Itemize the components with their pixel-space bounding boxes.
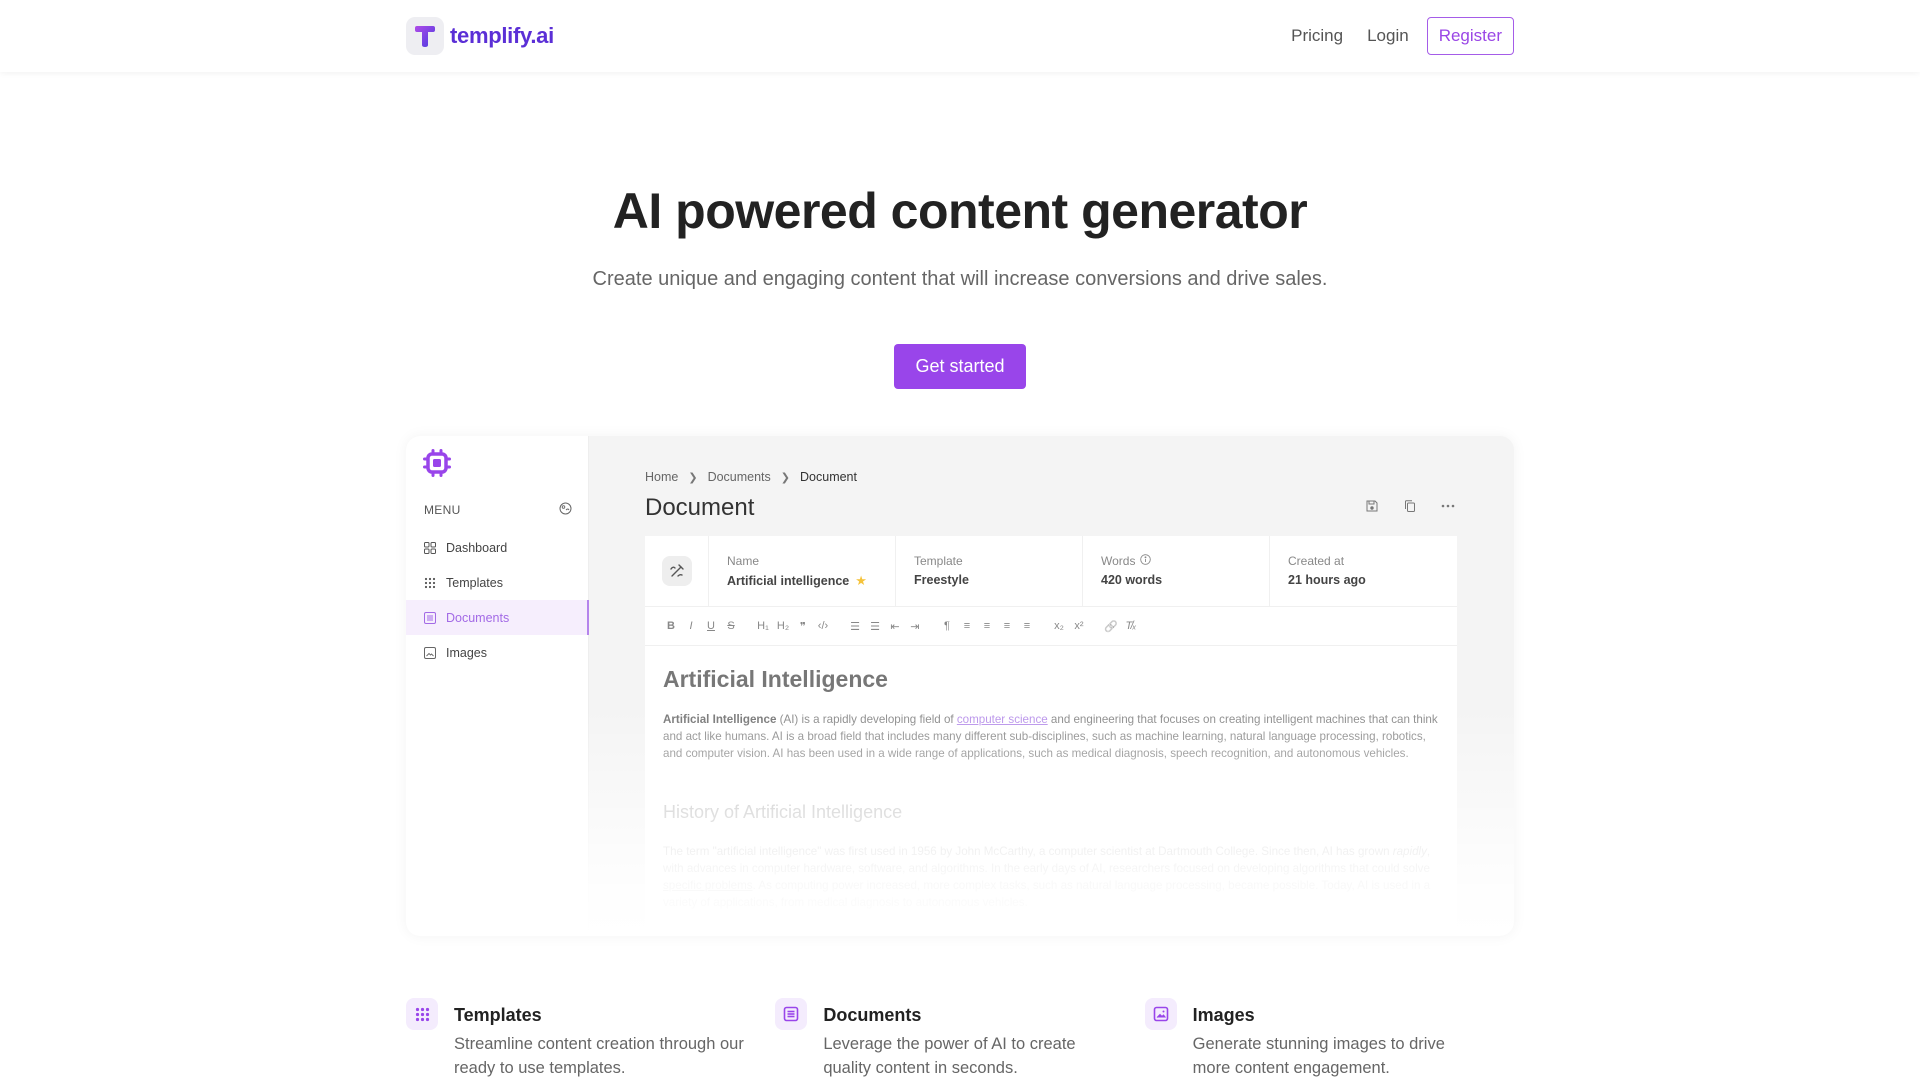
- document-icon: [775, 998, 808, 1030]
- dots-grid-icon: [423, 576, 436, 589]
- feature-title: Documents: [823, 1005, 922, 1025]
- templify-logo-icon: [406, 17, 444, 55]
- ordered-list-button[interactable]: ☰: [845, 620, 865, 633]
- save-icon[interactable]: [1364, 498, 1380, 514]
- meta-created: Created at 21 hours ago: [1270, 536, 1457, 606]
- sidebar-item-label: Documents: [446, 610, 510, 625]
- paragraph-direction-button[interactable]: ¶: [937, 620, 957, 632]
- features-section: Templates Streamline content creation th…: [406, 998, 1514, 1080]
- chip-logo-icon: [422, 448, 452, 483]
- copy-icon[interactable]: [1402, 498, 1418, 514]
- sidebar-item-templates[interactable]: Templates: [406, 565, 589, 600]
- feature-description: Streamline content creation through our …: [454, 1035, 744, 1077]
- preview-sidebar: MENU Dashboard Templates Documents Image…: [406, 436, 589, 936]
- bold-button[interactable]: B: [661, 620, 681, 632]
- star-icon[interactable]: ★: [855, 573, 867, 589]
- login-link[interactable]: Login: [1355, 17, 1421, 55]
- code-button[interactable]: ‹/›: [813, 620, 833, 632]
- get-started-button[interactable]: Get started: [894, 344, 1026, 389]
- feature-images: Images Generate stunning images to drive…: [1144, 998, 1514, 1080]
- blockquote-button[interactable]: ❞: [793, 620, 813, 633]
- more-icon[interactable]: [1440, 498, 1456, 514]
- ai-writing-icon: [661, 556, 692, 586]
- superscript-button[interactable]: x²: [1069, 620, 1089, 632]
- image-icon: [423, 646, 436, 659]
- page-title: Document: [645, 494, 755, 521]
- clear-format-button[interactable]: T̸ₓ: [1121, 620, 1141, 632]
- feature-description: Generate stunning images to drive more c…: [1192, 1035, 1445, 1077]
- word-count: 420 words: [1101, 573, 1163, 587]
- hero-title: AI powered content generator: [612, 183, 1308, 239]
- register-button[interactable]: Register: [1426, 17, 1514, 55]
- document-actions: [1364, 498, 1456, 514]
- editor-content[interactable]: Artificial Intelligence Artificial Intel…: [645, 646, 1457, 929]
- sidebar-item-images[interactable]: Images: [406, 635, 589, 670]
- brand-name: templify.ai: [450, 23, 554, 48]
- italic-button[interactable]: I: [681, 620, 701, 632]
- app-preview-mockup: MENU Dashboard Templates Documents Image…: [406, 436, 1514, 936]
- rich-text-editor: B I U S H₁ H₂ ❞ ‹/› ☰ ☰ ⇤ ⇥ ¶ ≡ ≡ ≡ ≡ x₂…: [645, 606, 1457, 936]
- sidebar-item-dashboard[interactable]: Dashboard: [406, 530, 589, 565]
- heading2-button[interactable]: H₂: [773, 620, 793, 632]
- template-value: Freestyle: [914, 573, 969, 587]
- sidebar-item-label: Templates: [446, 575, 503, 590]
- menu-heading: MENU: [424, 503, 461, 517]
- bullet-list-button[interactable]: ☰: [865, 620, 885, 633]
- link-button[interactable]: 🔗: [1101, 620, 1121, 633]
- indent-button[interactable]: ⇥: [905, 620, 925, 633]
- created-value: 21 hours ago: [1288, 573, 1366, 587]
- editor-toolbar: B I U S H₁ H₂ ❞ ‹/› ☰ ☰ ⇤ ⇥ ¶ ≡ ≡ ≡ ≡ x₂…: [645, 606, 1457, 646]
- meta-words: Words 420 words: [1083, 536, 1270, 606]
- feature-title: Templates: [454, 1005, 542, 1025]
- align-center-button[interactable]: ≡: [977, 620, 997, 632]
- meta-template: Template Freestyle: [896, 536, 1083, 606]
- align-right-button[interactable]: ≡: [997, 620, 1017, 632]
- top-navbar: templify.ai Pricing Login Register: [0, 0, 1920, 72]
- specific-problems-link[interactable]: specific problems: [663, 879, 753, 892]
- sidebar-item-label: Dashboard: [446, 540, 508, 555]
- underline-button[interactable]: U: [701, 620, 721, 632]
- feature-description: Leverage the power of AI to create quali…: [823, 1035, 1076, 1077]
- meta-name: Name Artificial intelligence ★: [709, 536, 896, 606]
- preview-main: Home ❯ Documents ❯ Document Document Nam…: [589, 436, 1514, 936]
- breadcrumb-home[interactable]: Home: [645, 470, 678, 484]
- align-left-button[interactable]: ≡: [957, 620, 977, 632]
- breadcrumb-current: Document: [800, 470, 857, 484]
- document-heading: Artificial Intelligence: [663, 666, 888, 692]
- heading1-button[interactable]: H₁: [753, 620, 773, 632]
- chevron-right-icon: ❯: [780, 471, 791, 484]
- feature-title: Images: [1192, 1005, 1255, 1025]
- outdent-button[interactable]: ⇤: [885, 620, 905, 633]
- justify-button[interactable]: ≡: [1017, 620, 1037, 632]
- document-paragraph: The term "artificial intelligence" was f…: [663, 845, 1431, 909]
- document-icon: [423, 611, 436, 624]
- chevron-right-icon: ❯: [688, 471, 698, 484]
- sidebar-item-documents[interactable]: Documents: [406, 600, 589, 635]
- feature-templates: Templates Streamline content creation th…: [406, 998, 775, 1080]
- feature-documents: Documents Leverage the power of AI to cr…: [775, 998, 1144, 1080]
- document-paragraph: Artificial Intelligence (AI) is a rapidl…: [663, 713, 1438, 760]
- document-meta-bar: Name Artificial intelligence ★ Template …: [645, 536, 1457, 606]
- info-icon[interactable]: [1140, 554, 1152, 568]
- pricing-link[interactable]: Pricing: [1279, 17, 1355, 55]
- breadcrumb-documents[interactable]: Documents: [708, 470, 771, 484]
- brand-home-link[interactable]: templify.ai: [406, 17, 554, 55]
- dots-grid-icon: [406, 998, 438, 1030]
- hero-subtitle: Create unique and engaging content that …: [592, 268, 1328, 290]
- document-subheading: History of Artificial Intelligence: [663, 802, 903, 822]
- theme-toggle-icon[interactable]: [559, 502, 572, 520]
- document-name: Artificial intelligence: [727, 574, 850, 588]
- sidebar-item-label: Images: [446, 645, 487, 660]
- strikethrough-button[interactable]: S: [721, 620, 741, 632]
- subscript-button[interactable]: x₂: [1049, 620, 1069, 632]
- grid-icon: [423, 541, 436, 554]
- image-icon: [1144, 998, 1177, 1030]
- main-nav: Pricing Login Register: [1279, 17, 1514, 55]
- computer-science-link[interactable]: computer science: [957, 713, 1048, 726]
- breadcrumb: Home ❯ Documents ❯ Document: [645, 470, 857, 484]
